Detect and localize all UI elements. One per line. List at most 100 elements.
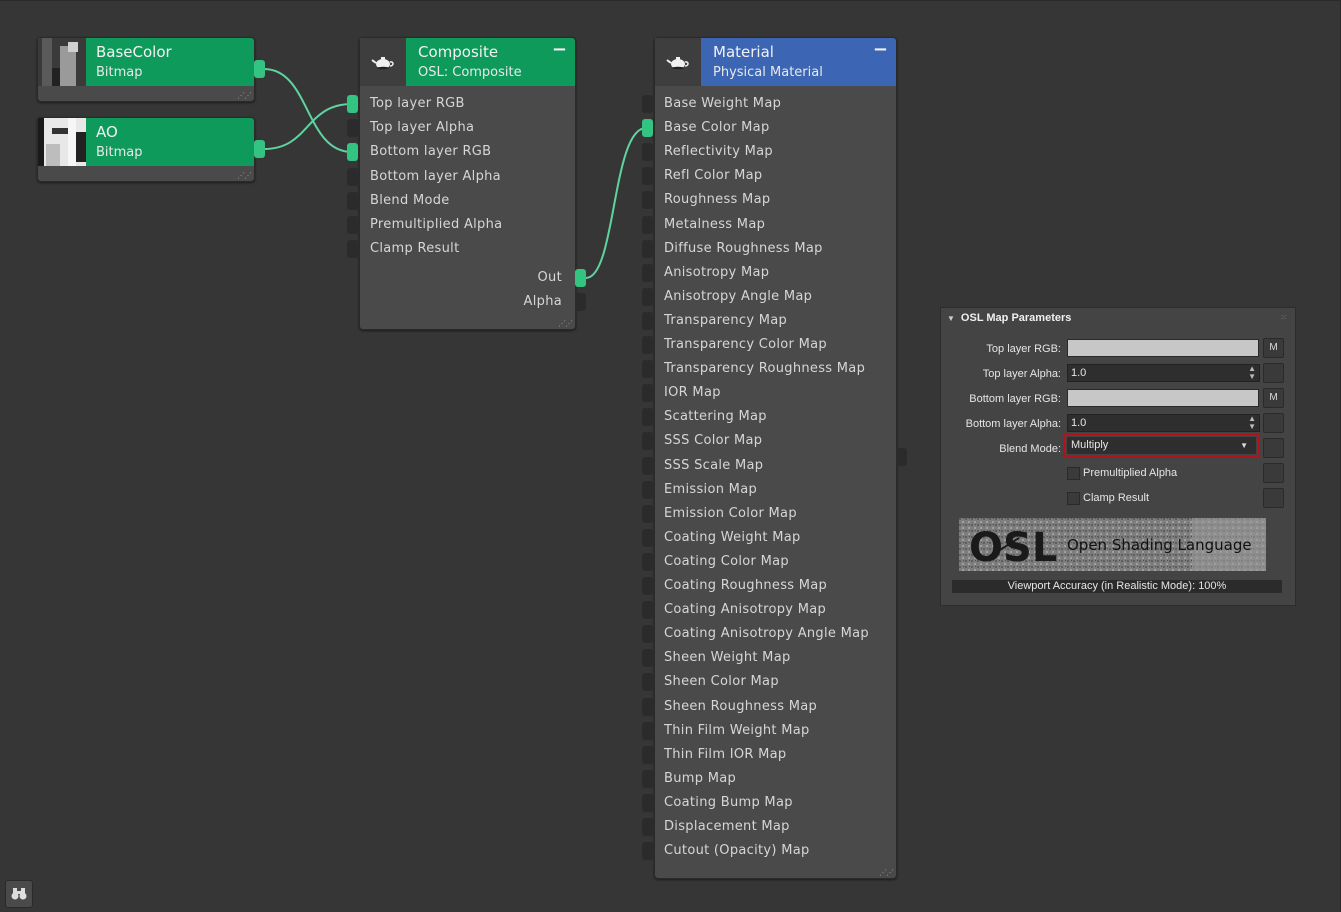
material-input-socket[interactable] [642, 721, 653, 740]
material-input-socket[interactable] [642, 793, 653, 812]
material-input-socket[interactable] [642, 384, 653, 403]
material-input-socket[interactable] [642, 215, 653, 234]
material-input-socket[interactable] [642, 601, 653, 620]
top-rgb-map-button[interactable]: M [1263, 338, 1284, 358]
spinner-arrows-icon[interactable]: ▲ ▼ [1248, 415, 1256, 431]
material-input-socket[interactable] [642, 119, 653, 138]
node-editor-canvas[interactable]: BaseColor Bitmap ⋰⋰ AO Bitmap ⋰⋰ Composi… [0, 0, 1341, 912]
material-input-socket[interactable] [642, 697, 653, 716]
binoculars-button[interactable] [5, 880, 33, 908]
material-input-socket[interactable] [642, 552, 653, 571]
material-input-socket[interactable] [642, 625, 653, 644]
material-input-label: Displacement Map [664, 819, 790, 834]
material-input-socket[interactable] [642, 504, 653, 523]
ao-output-socket[interactable] [254, 140, 265, 158]
ao-bitmap-node[interactable]: AO Bitmap ⋰⋰ [37, 117, 255, 182]
bottom-rgb-color-swatch[interactable] [1067, 389, 1259, 407]
rollout-header[interactable]: ▼ OSL Map Parameters [947, 312, 1071, 324]
material-input-socket[interactable] [642, 191, 653, 210]
dropdown-field[interactable]: Multiply ▼ [1067, 437, 1256, 454]
material-input-socket[interactable] [642, 239, 653, 258]
top-rgb-color-swatch[interactable] [1067, 339, 1259, 357]
material-input-label: IOR Map [664, 385, 721, 401]
blend-mode-dropdown[interactable]: Multiply ▼ [1063, 433, 1260, 458]
material-input-socket[interactable] [642, 311, 653, 330]
composite-output-socket[interactable] [575, 293, 586, 311]
node-header[interactable]: BaseColor Bitmap [38, 38, 254, 86]
material-input-label: Transparency Map [664, 312, 788, 328]
material-input-socket[interactable] [642, 842, 653, 861]
material-input-label: Metalness Map [664, 216, 766, 232]
viewport-accuracy-bar: Viewport Accuracy (in Realistic Mode): 1… [952, 580, 1282, 593]
composite-input-socket[interactable] [347, 167, 358, 186]
material-input-label: Reflectivity Map [664, 144, 773, 160]
top-alpha-spinner[interactable]: 1.0 ▲ ▼ [1067, 364, 1260, 382]
ao-thumbnail [38, 118, 86, 166]
node-header[interactable]: AO Bitmap [38, 118, 254, 166]
composite-input-socket[interactable] [347, 95, 358, 113]
composite-input-socket[interactable] [347, 216, 358, 234]
material-input-label: Roughness Map [664, 192, 771, 208]
bottom-rgb-map-button[interactable]: M [1263, 388, 1284, 408]
resize-grip[interactable]: ⋰⋰ [879, 868, 894, 877]
material-input-label: Base Color Map [664, 120, 770, 136]
material-input-socket[interactable] [642, 456, 653, 475]
composite-input-label: Clamp Result [370, 241, 460, 257]
collapse-button[interactable]: − [873, 39, 888, 60]
chevron-down-icon: ▼ [1240, 441, 1248, 450]
premultiplied-alpha-checkbox[interactable] [1067, 467, 1080, 480]
material-input-socket[interactable] [642, 167, 653, 186]
basecolor-thumbnail [38, 38, 86, 86]
top-alpha-label: Top layer Alpha: [982, 368, 1061, 380]
material-output-socket[interactable] [896, 448, 907, 466]
node-header[interactable]: Material Physical Material − [655, 38, 896, 86]
material-input-socket[interactable] [642, 528, 653, 547]
composite-output-socket[interactable] [575, 269, 586, 287]
resize-grip[interactable]: ⋰⋰ [237, 171, 252, 180]
basecolor-output-socket[interactable] [254, 60, 265, 78]
drag-handle-icon[interactable]: ⁙ [1280, 313, 1287, 322]
node-header[interactable]: Composite OSL: Composite − [360, 38, 575, 86]
composite-input-socket[interactable] [347, 191, 358, 210]
collapse-triangle-icon: ▼ [947, 314, 955, 323]
material-input-socket[interactable] [642, 95, 653, 113]
spinner-arrows-icon[interactable]: ▲ ▼ [1248, 365, 1256, 381]
basecolor-bitmap-node[interactable]: BaseColor Bitmap ⋰⋰ [37, 37, 255, 102]
material-input-socket[interactable] [642, 360, 653, 379]
top-alpha-map-button[interactable] [1263, 363, 1284, 383]
material-input-socket[interactable] [642, 336, 653, 354]
material-input-socket[interactable] [642, 745, 653, 764]
material-input-socket[interactable] [642, 263, 653, 282]
resize-grip[interactable]: ⋰⋰ [237, 91, 252, 100]
material-input-socket[interactable] [642, 480, 653, 499]
material-input-socket[interactable] [642, 432, 653, 451]
composite-input-label: Blend Mode [370, 192, 450, 208]
node-title: Composite [418, 43, 499, 61]
wire-composite-out-to-base-color [585, 127, 647, 279]
composite-input-socket[interactable] [347, 240, 358, 259]
clamp-result-map-button[interactable] [1263, 488, 1284, 508]
material-input-socket[interactable] [642, 143, 653, 162]
premultiplied-alpha-map-button[interactable] [1263, 463, 1284, 483]
blend-mode-map-button[interactable] [1263, 438, 1284, 458]
material-input-label: Base Weight Map [664, 96, 782, 111]
material-input-label: Transparency Color Map [664, 337, 827, 352]
material-input-socket[interactable] [642, 673, 653, 692]
collapse-button[interactable]: − [552, 39, 567, 60]
resize-grip[interactable]: ⋰⋰ [558, 319, 573, 328]
osl-logo: OSL Open Shading Language [959, 518, 1266, 571]
bottom-rgb-label: Bottom layer RGB: [969, 393, 1061, 405]
composite-input-socket[interactable] [347, 119, 358, 138]
composite-input-socket[interactable] [347, 143, 358, 162]
material-input-socket[interactable] [642, 769, 653, 788]
bottom-alpha-spinner[interactable]: 1.0 ▲ ▼ [1067, 414, 1260, 432]
node-subtitle: Bitmap [96, 145, 143, 160]
bottom-alpha-map-button[interactable] [1263, 413, 1284, 433]
material-input-socket[interactable] [642, 577, 653, 595]
material-input-socket[interactable] [642, 649, 653, 668]
clamp-result-checkbox[interactable] [1067, 492, 1080, 505]
material-input-socket[interactable] [642, 287, 653, 306]
material-input-socket[interactable] [642, 818, 653, 836]
svg-text:OSL: OSL [969, 525, 1057, 571]
material-input-socket[interactable] [642, 408, 653, 427]
